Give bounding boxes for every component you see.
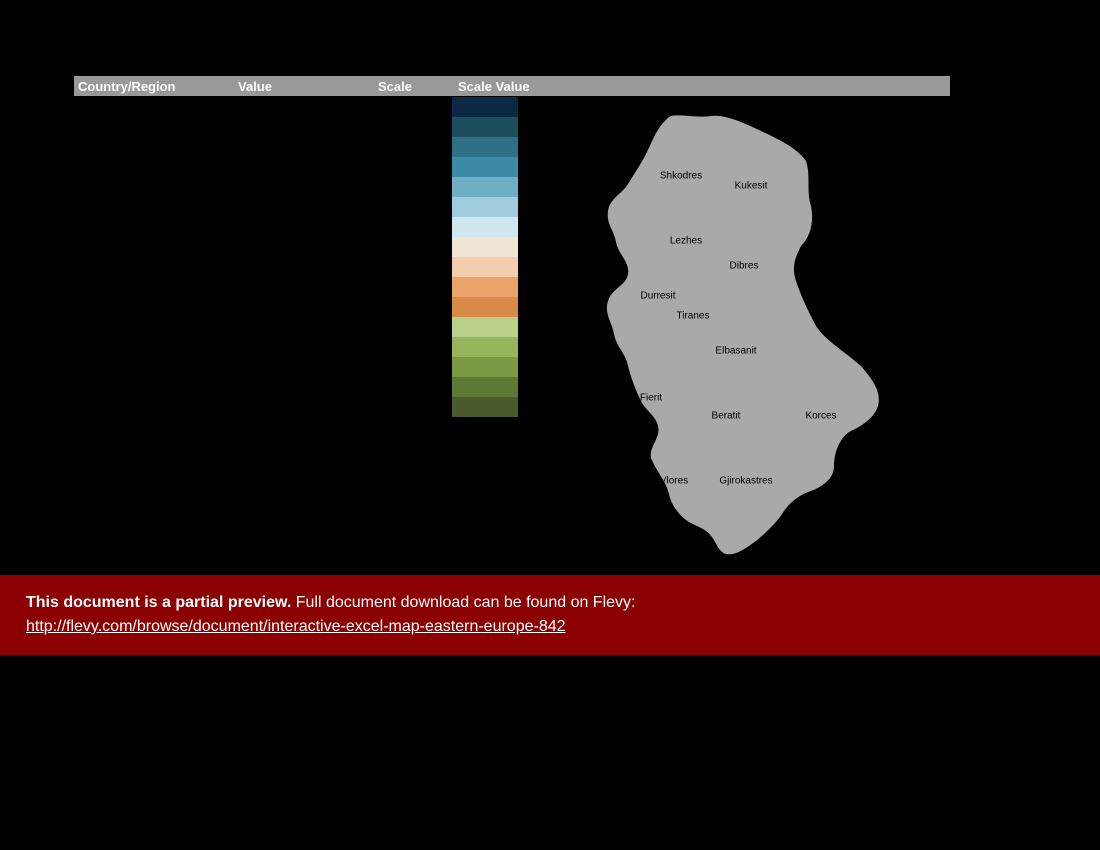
header-scale-value: Scale Value — [454, 79, 654, 94]
scale-swatch — [452, 257, 518, 277]
banner-bold-text: This document is a partial preview. — [26, 594, 291, 611]
header-value: Value — [234, 79, 374, 94]
map-svg — [586, 106, 886, 566]
banner-link[interactable]: http://flevy.com/browse/document/interac… — [26, 615, 566, 639]
header-scale: Scale — [374, 79, 454, 94]
scale-swatch — [452, 97, 518, 117]
scale-swatch — [452, 337, 518, 357]
scale-swatch — [452, 317, 518, 337]
color-scale — [452, 97, 518, 417]
preview-banner: This document is a partial preview. Full… — [0, 575, 1100, 655]
scale-swatch — [452, 237, 518, 257]
scale-swatch — [452, 217, 518, 237]
scale-swatch — [452, 197, 518, 217]
scale-swatch — [452, 137, 518, 157]
banner-rest-text: Full document download can be found on F… — [291, 594, 635, 611]
scale-swatch — [452, 377, 518, 397]
scale-swatch — [452, 297, 518, 317]
scale-swatch — [452, 177, 518, 197]
table-header: Country/Region Value Scale Scale Value — [74, 76, 950, 96]
scale-swatch — [452, 277, 518, 297]
scale-swatch — [452, 157, 518, 177]
scale-swatch — [452, 357, 518, 377]
albania-map: ShkodresKukesitLezhesDibresDurresitTiran… — [586, 106, 886, 566]
header-country: Country/Region — [74, 79, 234, 94]
scale-swatch — [452, 117, 518, 137]
scale-swatch — [452, 397, 518, 417]
country-shape — [607, 115, 879, 554]
